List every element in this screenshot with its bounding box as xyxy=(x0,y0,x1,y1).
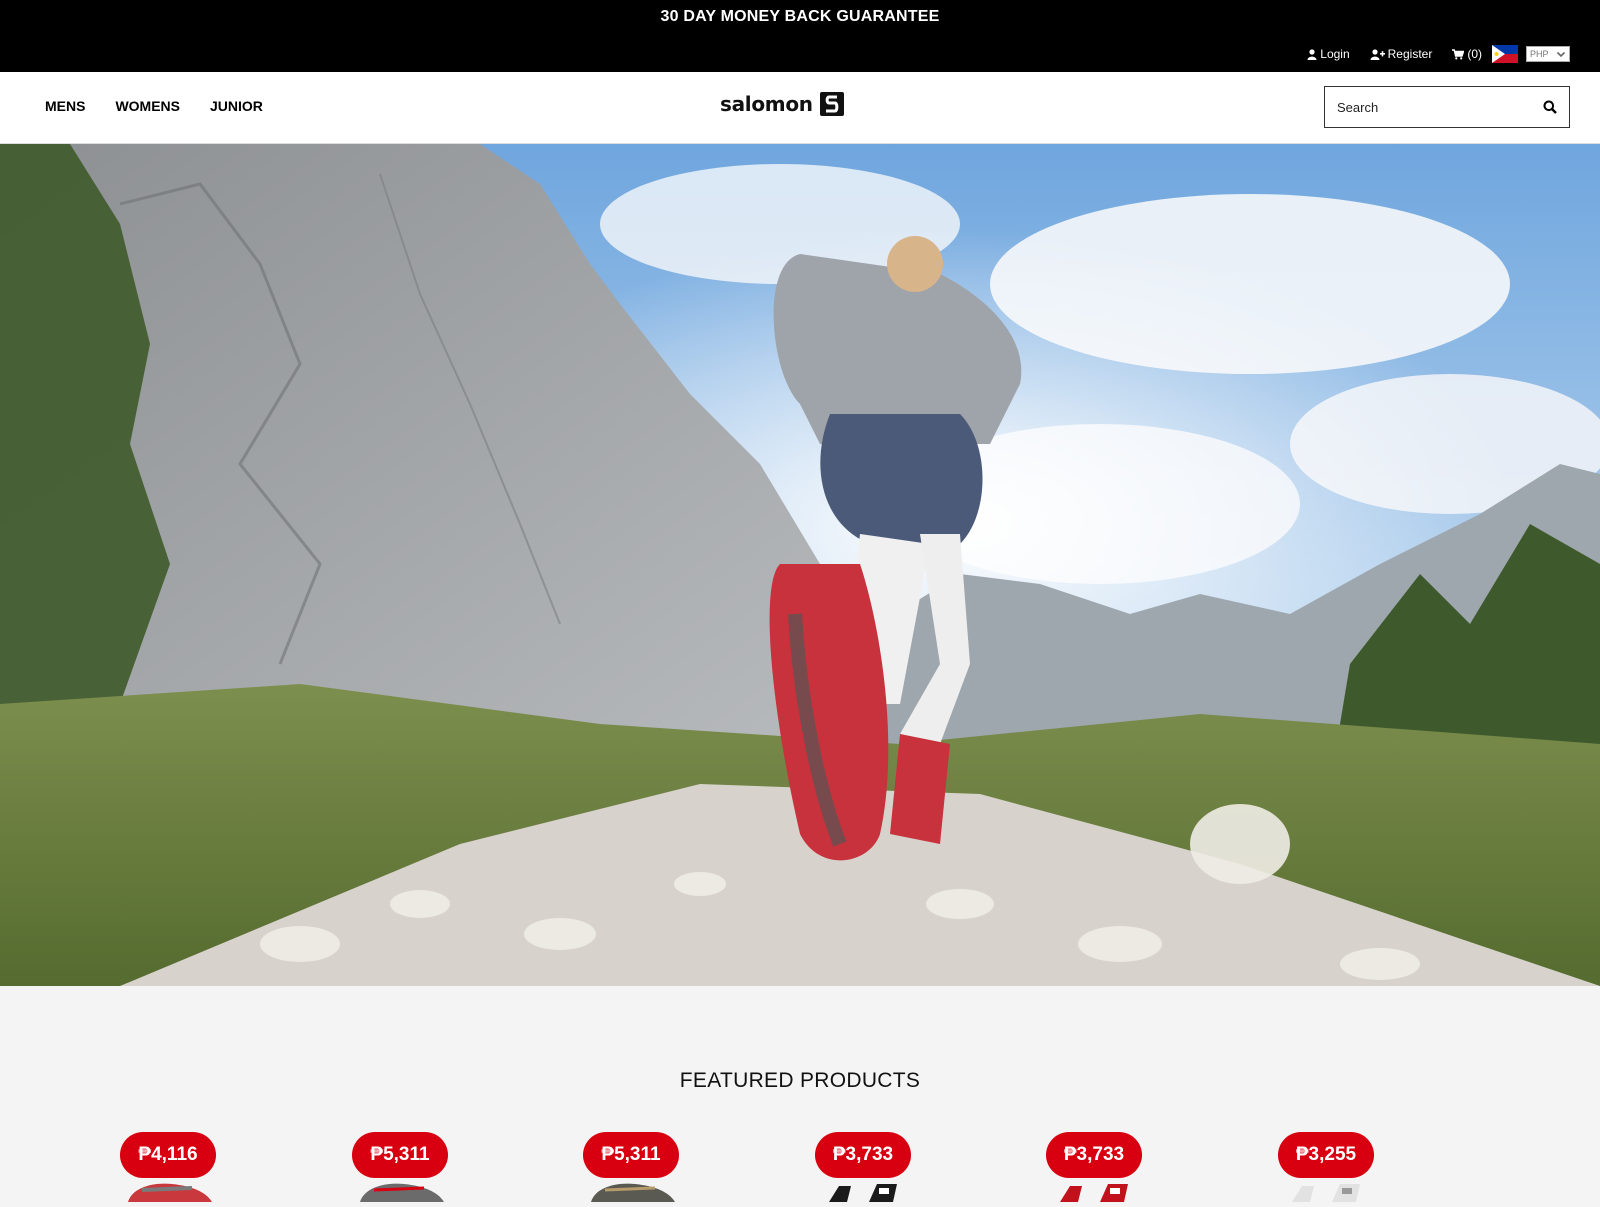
nav-item-womens[interactable]: WOMENS xyxy=(115,98,180,114)
product-thumbnail xyxy=(1280,1178,1374,1202)
register-label: Register xyxy=(1387,47,1433,61)
chevron-down-icon xyxy=(1556,51,1566,58)
hero-image[interactable] xyxy=(0,144,1600,986)
currency-value: PHP xyxy=(1530,49,1549,59)
main-nav: MENS WOMENS JUNIOR salomon xyxy=(0,72,1600,144)
product-card[interactable]: ₱3,733 xyxy=(815,1130,935,1202)
search-box xyxy=(1324,86,1570,128)
register-link[interactable]: Register xyxy=(1370,47,1433,61)
product-thumbnail xyxy=(585,1178,679,1202)
cart-icon xyxy=(1452,48,1465,59)
search-input[interactable] xyxy=(1325,99,1525,115)
product-thumbnail xyxy=(122,1178,216,1202)
product-card[interactable]: ₱5,311 xyxy=(352,1130,472,1202)
price-badge: ₱4,116 xyxy=(120,1132,216,1178)
price-badge: ₱5,311 xyxy=(352,1132,448,1178)
category-nav: MENS WOMENS JUNIOR xyxy=(45,98,293,114)
cart-link[interactable]: (0) xyxy=(1452,47,1482,61)
brand-logo[interactable]: salomon xyxy=(720,92,844,116)
login-link[interactable]: Login xyxy=(1307,47,1350,61)
price-badge: ₱3,733 xyxy=(815,1132,911,1178)
featured-products-list: ₱4,116 ₱5,311 ₱5,311 ₱3,733 ₱3,733 ₱3,25… xyxy=(0,1130,1600,1202)
nav-item-junior[interactable]: JUNIOR xyxy=(210,98,263,114)
product-card[interactable]: ₱3,733 xyxy=(1046,1130,1166,1202)
search-icon[interactable] xyxy=(1543,100,1557,114)
salomon-s-icon xyxy=(819,92,844,116)
cart-count: (0) xyxy=(1467,47,1482,61)
user-plus-icon xyxy=(1370,48,1385,60)
brand-wordmark: salomon xyxy=(720,92,813,116)
price-badge: ₱5,311 xyxy=(583,1132,679,1178)
philippines-flag-icon[interactable] xyxy=(1492,45,1518,63)
product-card[interactable]: ₱5,311 xyxy=(583,1130,703,1202)
top-bar: 30 DAY MONEY BACK GUARANTEE Login Regist… xyxy=(0,0,1600,72)
product-card[interactable]: ₱3,255 xyxy=(1278,1130,1398,1202)
featured-products-title: FEATURED PRODUCTS xyxy=(679,1069,921,1092)
login-label: Login xyxy=(1320,47,1350,61)
nav-item-mens[interactable]: MENS xyxy=(45,98,85,114)
utility-links: Login Register (0) PHP xyxy=(1287,44,1570,64)
product-thumbnail xyxy=(1048,1178,1142,1202)
product-card[interactable]: ₱4,116 xyxy=(120,1130,240,1202)
price-badge: ₱3,733 xyxy=(1046,1132,1142,1178)
product-thumbnail xyxy=(817,1178,911,1202)
product-thumbnail xyxy=(354,1178,448,1202)
currency-select[interactable]: PHP xyxy=(1526,46,1570,62)
promo-banner: 30 DAY MONEY BACK GUARANTEE xyxy=(660,8,940,25)
user-icon xyxy=(1307,48,1317,60)
price-badge: ₱3,255 xyxy=(1278,1132,1374,1178)
